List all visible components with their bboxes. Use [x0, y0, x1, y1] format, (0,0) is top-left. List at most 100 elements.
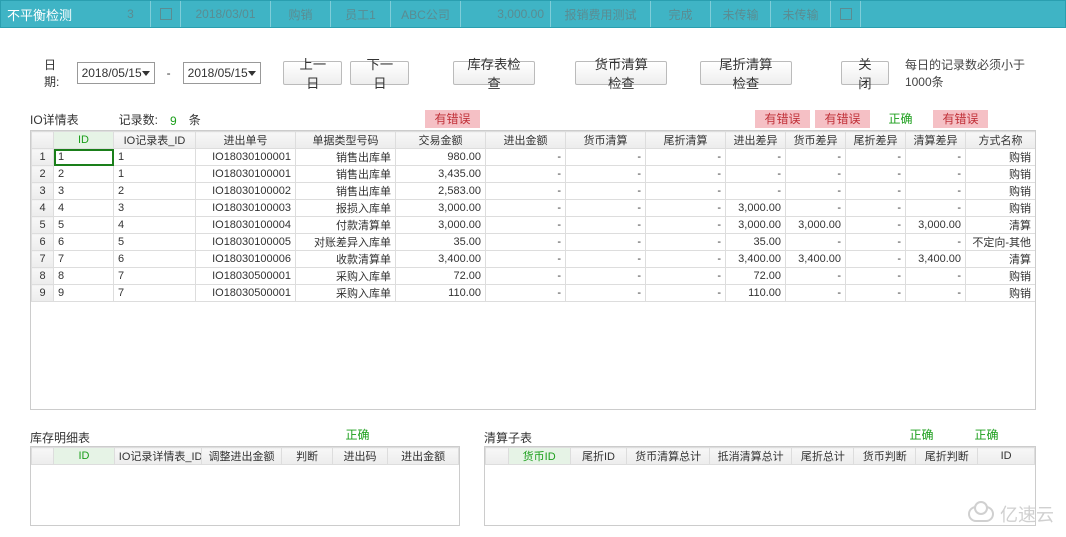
col-settle-id[interactable]: ID — [978, 448, 1035, 465]
cell-in-diff[interactable]: 110.00 — [726, 285, 786, 302]
table-row[interactable]: 887IO18030500001采购入库单72.00---72.00---购销 — [32, 268, 1036, 285]
table-row[interactable]: 332IO18030100002销售出库单2,583.00-------购销 — [32, 183, 1036, 200]
table-row[interactable]: 554IO18030100004付款清算单3,000.00---3,000.00… — [32, 217, 1036, 234]
cell-in-diff[interactable]: - — [726, 149, 786, 166]
col-stock-detail-id[interactable]: IO记录详情表_ID — [114, 448, 201, 465]
next-day-button[interactable]: 下一日 — [350, 61, 409, 85]
cell-tail-settle[interactable]: - — [646, 251, 726, 268]
cell-tail-diff[interactable]: - — [846, 285, 906, 302]
col-offset-total[interactable]: 抵消清算总计 — [709, 448, 792, 465]
cell-settle-diff[interactable]: - — [906, 166, 966, 183]
stock-check-button[interactable]: 库存表检查 — [453, 61, 534, 85]
cell-tail-diff[interactable]: - — [846, 183, 906, 200]
cell-cur-diff[interactable]: - — [786, 234, 846, 251]
row-number[interactable]: 4 — [32, 200, 54, 217]
cell-tail-diff[interactable]: - — [846, 149, 906, 166]
cell-rec-id[interactable]: 1 — [114, 166, 196, 183]
cell-in-amt[interactable]: - — [486, 251, 566, 268]
cell-doc-type[interactable]: 报损入库单 — [296, 200, 396, 217]
cell-tail-diff[interactable]: - — [846, 200, 906, 217]
cell-id[interactable]: 3 — [54, 183, 114, 200]
col-tail-settle[interactable]: 尾折清算 — [646, 132, 726, 149]
cell-tail-settle[interactable]: - — [646, 217, 726, 234]
grid-corner[interactable] — [486, 448, 509, 465]
cell-cur-settle[interactable]: - — [566, 234, 646, 251]
col-txn-amt[interactable]: 交易金额 — [396, 132, 486, 149]
cell-tail-diff[interactable]: - — [846, 166, 906, 183]
cell-cur-settle[interactable]: - — [566, 251, 646, 268]
cell-rec-id[interactable]: 2 — [114, 183, 196, 200]
cell-method[interactable]: 清算 — [966, 251, 1036, 268]
cell-in-amt[interactable]: - — [486, 200, 566, 217]
cell-id[interactable]: 7 — [54, 251, 114, 268]
cell-txn-amt[interactable]: 3,000.00 — [396, 200, 486, 217]
cell-tail-settle[interactable]: - — [646, 200, 726, 217]
cell-tail-diff[interactable]: - — [846, 268, 906, 285]
cell-settle-diff[interactable]: - — [906, 285, 966, 302]
cell-method[interactable]: 不定向-其他 — [966, 234, 1036, 251]
cell-cur-settle[interactable]: - — [566, 166, 646, 183]
cell-tail-settle[interactable]: - — [646, 183, 726, 200]
cell-doc-type[interactable]: 销售出库单 — [296, 183, 396, 200]
cell-in-diff[interactable]: - — [726, 183, 786, 200]
cell-doc-type[interactable]: 对账差异入库单 — [296, 234, 396, 251]
cell-method[interactable]: 购销 — [966, 183, 1036, 200]
cell-io-no[interactable]: IO18030100001 — [196, 166, 296, 183]
cell-doc-type[interactable]: 采购入库单 — [296, 285, 396, 302]
cell-method[interactable]: 购销 — [966, 285, 1036, 302]
col-cur-diff[interactable]: 货币差异 — [786, 132, 846, 149]
cell-cur-settle[interactable]: - — [566, 285, 646, 302]
cell-id[interactable]: 9 — [54, 285, 114, 302]
col-in-amt[interactable]: 进出金额 — [486, 132, 566, 149]
col-io-rec-id[interactable]: IO记录表_ID — [114, 132, 196, 149]
cell-method[interactable]: 清算 — [966, 217, 1036, 234]
cell-rec-id[interactable]: 1 — [114, 149, 196, 166]
cell-cur-settle[interactable]: - — [566, 217, 646, 234]
cell-settle-diff[interactable]: - — [906, 183, 966, 200]
cell-rec-id[interactable]: 5 — [114, 234, 196, 251]
cell-cur-diff[interactable]: 3,400.00 — [786, 251, 846, 268]
cell-in-diff[interactable]: 3,400.00 — [726, 251, 786, 268]
cell-cur-settle[interactable]: - — [566, 268, 646, 285]
cell-txn-amt[interactable]: 3,435.00 — [396, 166, 486, 183]
col-tail-judge[interactable]: 尾折判断 — [916, 448, 978, 465]
stock-grid[interactable]: ID IO记录详情表_ID 调整进出金额 判断 进出码 进出金额 — [30, 446, 460, 526]
col-in-diff[interactable]: 进出差异 — [726, 132, 786, 149]
cell-io-no[interactable]: IO18030100004 — [196, 217, 296, 234]
cell-id[interactable]: 4 — [54, 200, 114, 217]
prev-day-button[interactable]: 上一日 — [283, 61, 342, 85]
row-number[interactable]: 6 — [32, 234, 54, 251]
cell-tail-diff[interactable]: - — [846, 251, 906, 268]
cell-txn-amt[interactable]: 72.00 — [396, 268, 486, 285]
cell-txn-amt[interactable]: 2,583.00 — [396, 183, 486, 200]
cell-io-no[interactable]: IO18030100001 — [196, 149, 296, 166]
cell-cur-diff[interactable]: - — [786, 200, 846, 217]
cell-in-diff[interactable]: - — [726, 166, 786, 183]
row-number[interactable]: 1 — [32, 149, 54, 166]
col-cur-settle[interactable]: 货币清算 — [566, 132, 646, 149]
tail-check-button[interactable]: 尾折清算检查 — [700, 61, 792, 85]
cell-rec-id[interactable]: 7 — [114, 268, 196, 285]
cell-method[interactable]: 购销 — [966, 200, 1036, 217]
cell-id[interactable]: 5 — [54, 217, 114, 234]
cell-txn-amt[interactable]: 3,400.00 — [396, 251, 486, 268]
cell-txn-amt[interactable]: 110.00 — [396, 285, 486, 302]
cell-cur-diff[interactable]: - — [786, 285, 846, 302]
cell-in-diff[interactable]: 35.00 — [726, 234, 786, 251]
col-stock-in-amt[interactable]: 进出金额 — [388, 448, 459, 465]
col-code[interactable]: 进出码 — [332, 448, 388, 465]
row-number[interactable]: 3 — [32, 183, 54, 200]
cell-in-amt[interactable]: - — [486, 166, 566, 183]
cell-in-diff[interactable]: 72.00 — [726, 268, 786, 285]
col-currency-id[interactable]: 货币ID — [508, 448, 570, 465]
cell-settle-diff[interactable]: 3,400.00 — [906, 251, 966, 268]
cell-cur-settle[interactable]: - — [566, 183, 646, 200]
cell-id[interactable]: 2 — [54, 166, 114, 183]
cell-io-no[interactable]: IO18030500001 — [196, 268, 296, 285]
cell-io-no[interactable]: IO18030100006 — [196, 251, 296, 268]
cell-doc-type[interactable]: 付款清算单 — [296, 217, 396, 234]
cell-in-diff[interactable]: 3,000.00 — [726, 217, 786, 234]
cell-cur-diff[interactable]: - — [786, 149, 846, 166]
cell-settle-diff[interactable]: - — [906, 234, 966, 251]
cell-txn-amt[interactable]: 35.00 — [396, 234, 486, 251]
